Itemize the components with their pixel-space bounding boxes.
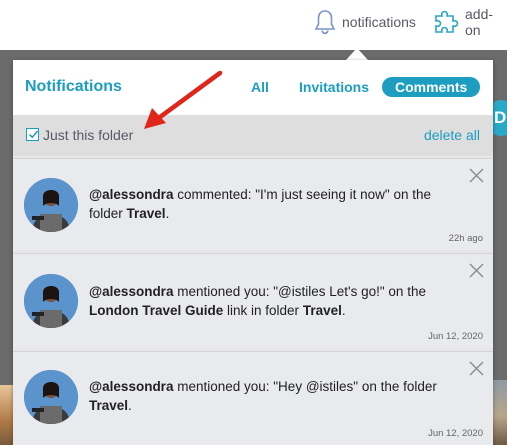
notification-folder[interactable]: Travel <box>89 398 128 413</box>
background-photo-left <box>0 385 14 445</box>
popup-title: Notifications <box>25 78 122 95</box>
tab-all[interactable]: All <box>251 77 269 97</box>
red-arrow-annotation <box>144 70 223 129</box>
popup-caret <box>346 48 368 60</box>
notification-item[interactable]: @alessondra commented: "I'm just seeing … <box>13 158 493 250</box>
notification-timestamp: 22h ago <box>448 233 483 244</box>
notification-user[interactable]: @alessondra <box>89 187 173 202</box>
notification-text: @alessondra mentioned you: "Hey @istiles… <box>89 379 437 413</box>
notification-folder[interactable]: Travel <box>127 206 166 221</box>
filter-bar: Just this folder delete all <box>13 115 493 156</box>
avatar <box>24 370 78 424</box>
notification-item[interactable]: @alessondra mentioned you: "Hey @istiles… <box>13 351 493 445</box>
tab-comments[interactable]: Comments <box>382 77 481 97</box>
tab-invitations[interactable]: Invitations <box>299 77 369 97</box>
addon-nav[interactable]: add-on <box>433 6 507 38</box>
popup-header: Notifications All Invitations Comments <box>13 60 493 115</box>
puzzle-icon <box>433 9 459 35</box>
notification-link[interactable]: London Travel Guide <box>89 303 223 318</box>
notification-user[interactable]: @alessondra <box>89 379 173 394</box>
notification-folder[interactable]: Travel <box>303 303 342 318</box>
notification-message: mentioned you: "Hey @istiles" on the fol… <box>173 379 437 394</box>
avatar <box>24 274 78 328</box>
background-photo-right <box>493 380 507 445</box>
top-bar: notifications add-on <box>0 0 507 50</box>
addon-label: add-on <box>465 6 494 38</box>
notifications-nav[interactable]: notifications <box>314 8 416 36</box>
notification-message-cont: link in folder <box>223 303 303 318</box>
close-icon[interactable] <box>469 168 484 183</box>
notifications-label: notifications <box>342 14 416 30</box>
avatar <box>24 178 78 232</box>
notification-text: @alessondra commented: "I'm just seeing … <box>89 187 431 221</box>
notification-user[interactable]: @alessondra <box>89 284 173 299</box>
just-this-folder-checkbox[interactable] <box>26 128 39 141</box>
close-icon[interactable] <box>469 361 484 376</box>
notification-item[interactable]: @alessondra mentioned you: "@istiles Let… <box>13 253 493 348</box>
notification-text: @alessondra mentioned you: "@istiles Let… <box>89 284 426 318</box>
close-icon[interactable] <box>469 263 484 278</box>
notification-message: mentioned you: "@istiles Let's go!" on t… <box>173 284 426 299</box>
bell-icon <box>314 9 336 35</box>
checkmark-icon <box>28 130 39 139</box>
notifications-popup: Notifications All Invitations Comments J… <box>13 60 493 445</box>
notification-timestamp: Jun 12, 2020 <box>428 428 483 439</box>
notification-timestamp: Jun 12, 2020 <box>428 331 483 342</box>
just-this-folder-label[interactable]: Just this folder <box>43 127 133 143</box>
delete-all-link[interactable]: delete all <box>424 127 480 143</box>
